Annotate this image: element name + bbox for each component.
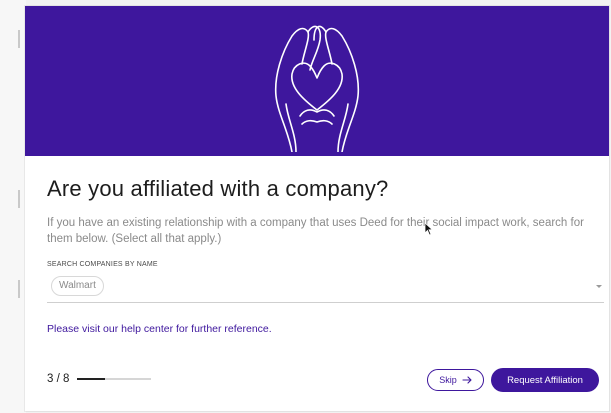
selected-company-chip[interactable]: Walmart (51, 276, 104, 296)
hands-heart-icon (274, 25, 360, 152)
arrow-right-icon (462, 376, 472, 384)
search-label: SEARCH COMPANIES BY NAME (47, 261, 158, 268)
progress-text: 3 / 8 (47, 373, 70, 385)
page-subtitle: If you have an existing relationship wit… (47, 217, 584, 245)
hero-banner (25, 6, 609, 156)
skip-label: Skip (439, 375, 457, 385)
request-affiliation-button[interactable]: Request Affiliation (491, 368, 599, 392)
background-divider (18, 30, 20, 48)
background-window-edge (0, 0, 26, 413)
progress-track (77, 378, 152, 380)
background-divider (18, 190, 20, 208)
help-center-link[interactable]: Please visit our help center for further… (47, 323, 272, 335)
background-divider (18, 280, 20, 298)
affiliation-modal: Are you affiliated with a company? If yo… (25, 6, 609, 411)
page-title: Are you affiliated with a company? (47, 176, 389, 201)
company-search-input[interactable]: Walmart (47, 272, 604, 303)
mouse-cursor-icon (424, 222, 434, 236)
step-progress: 3 / 8 (47, 372, 152, 386)
caret-down-icon[interactable] (596, 285, 602, 288)
progress-fill (77, 378, 106, 380)
skip-button[interactable]: Skip (427, 369, 484, 391)
